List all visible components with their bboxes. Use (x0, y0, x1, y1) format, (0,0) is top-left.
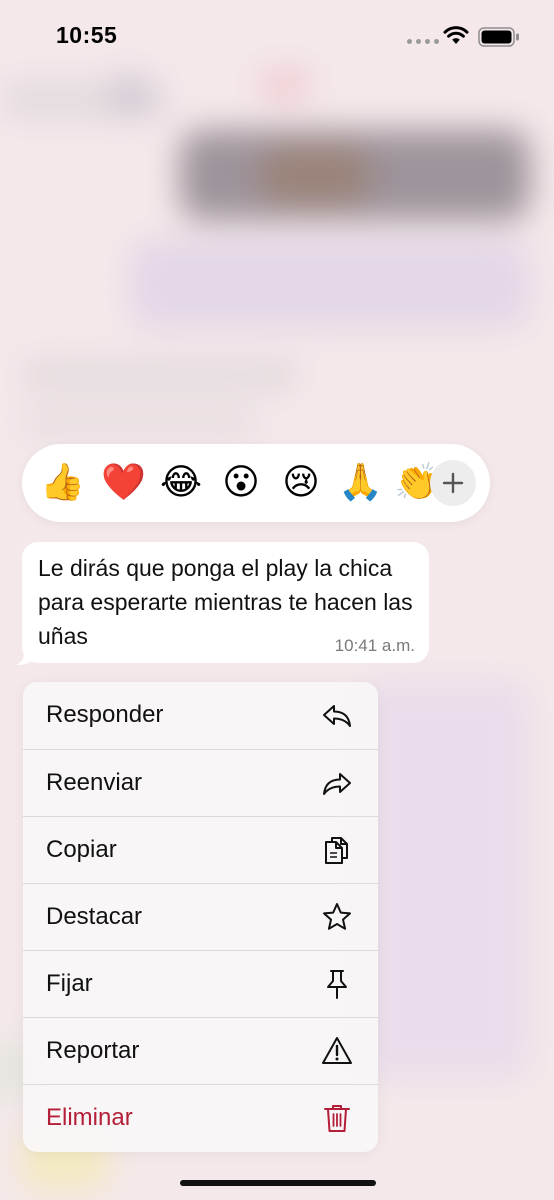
trash-icon (324, 1105, 350, 1132)
menu-item-label: Eliminar (46, 1104, 133, 1131)
red-heart-emoji[interactable]: ❤️ (101, 461, 146, 505)
menu-item-label: Reportar (46, 1037, 140, 1064)
reply-icon (323, 705, 351, 727)
status-bar: 10:55 (0, 0, 554, 72)
menu-item-label: Destacar (46, 903, 143, 930)
menu-item-forward[interactable]: Reenviar (23, 749, 378, 816)
copy-icon (325, 837, 348, 864)
tears-of-joy-emoji[interactable]: 😂 (159, 461, 203, 505)
menu-item-label: Reenviar (46, 769, 143, 796)
astonished-face-emoji[interactable]: 😮 (219, 461, 263, 505)
more-reactions-button[interactable] (430, 460, 476, 506)
thumbs-up-emoji[interactable]: 👍 (40, 461, 85, 505)
reaction-bar: 👍 ❤️ 😂 😮 😢 🙏 👏 (22, 444, 490, 522)
menu-item-label: Responder (46, 701, 164, 728)
menu-item-copy[interactable]: Copiar (23, 816, 378, 883)
message-context-menu: Responder Reenviar Copiar Destacar Fijar (23, 682, 378, 1152)
menu-item-label: Copiar (46, 836, 117, 863)
message-bubble[interactable]: Le dirás que ponga el play la chica para… (22, 542, 429, 663)
menu-item-delete[interactable]: Eliminar (23, 1084, 378, 1151)
menu-item-reply[interactable]: Responder (23, 682, 378, 749)
plus-icon (442, 472, 464, 494)
home-indicator (180, 1180, 376, 1186)
warning-icon (322, 1037, 352, 1064)
cellular-signal-icon (407, 39, 439, 44)
menu-item-label: Fijar (46, 970, 93, 997)
message-timestamp: 10:41 a.m. (334, 636, 415, 655)
forward-icon (323, 773, 351, 795)
battery-icon (478, 27, 519, 47)
menu-item-star[interactable]: Destacar (23, 883, 378, 950)
wifi-icon (443, 26, 469, 44)
status-time: 10:55 (56, 22, 118, 48)
menu-item-report[interactable]: Reportar (23, 1017, 378, 1084)
crying-face-emoji[interactable]: 😢 (279, 461, 323, 505)
menu-item-pin[interactable]: Fijar (23, 950, 378, 1017)
star-icon (323, 903, 351, 930)
folded-hands-emoji[interactable]: 🙏 (338, 461, 383, 505)
pin-icon (327, 970, 347, 999)
